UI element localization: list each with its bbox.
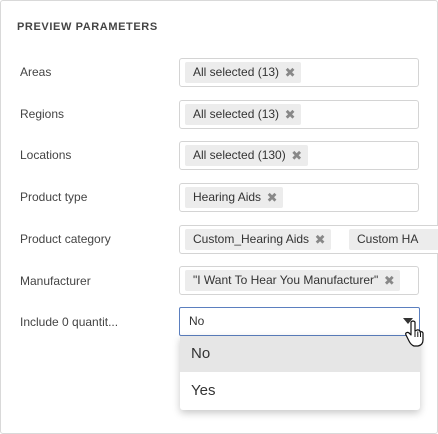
manufacturer-chip-label: "I Want To Hear You Manufacturer" xyxy=(193,273,379,287)
areas-field[interactable]: All selected (13) ✖ xyxy=(179,58,419,87)
close-icon[interactable]: ✖ xyxy=(284,62,296,83)
close-icon[interactable]: ✖ xyxy=(266,187,278,208)
regions-chip: All selected (13) ✖ xyxy=(185,104,302,125)
product-category-label: Product category xyxy=(20,232,111,246)
locations-chip-label: All selected (130) xyxy=(193,148,286,162)
include-zero-label: Include 0 quantit... xyxy=(20,315,119,329)
hand-pointer-icon xyxy=(405,320,424,347)
include-zero-select[interactable]: No xyxy=(179,307,420,336)
product-category-chip-label: Custom HA xyxy=(357,232,419,246)
product-category-chip: Custom_Hearing Aids ✖ xyxy=(185,229,332,250)
product-type-chip-label: Hearing Aids xyxy=(193,190,262,204)
include-zero-value: No xyxy=(189,314,205,328)
areas-chip: All selected (13) ✖ xyxy=(185,62,302,83)
include-zero-dropdown: No Yes xyxy=(180,336,420,410)
product-type-field[interactable]: Hearing Aids ✖ xyxy=(179,183,419,212)
product-category-chip: Custom HA xyxy=(349,229,438,250)
locations-field[interactable]: All selected (130) ✖ xyxy=(179,141,419,170)
close-icon[interactable]: ✖ xyxy=(314,229,326,250)
product-type-chip: Hearing Aids ✖ xyxy=(185,187,284,208)
option-yes[interactable]: Yes xyxy=(180,373,420,409)
product-type-label: Product type xyxy=(20,190,88,204)
product-category-chip-label: Custom_Hearing Aids xyxy=(193,232,310,246)
panel-title: PREVIEW PARAMETERS xyxy=(17,21,158,33)
option-no[interactable]: No xyxy=(180,336,420,372)
locations-chip: All selected (130) ✖ xyxy=(185,145,308,166)
close-icon[interactable]: ✖ xyxy=(284,104,296,125)
areas-chip-label: All selected (13) xyxy=(193,65,280,79)
regions-field[interactable]: All selected (13) ✖ xyxy=(179,100,419,129)
manufacturer-chip: "I Want To Hear You Manufacturer" ✖ xyxy=(185,270,401,291)
manufacturer-label: Manufacturer xyxy=(20,274,91,288)
preview-parameters-panel: PREVIEW PARAMETERS Areas All selected (1… xyxy=(0,0,438,434)
close-icon[interactable]: ✖ xyxy=(291,145,303,166)
regions-label: Regions xyxy=(20,107,65,121)
locations-label: Locations xyxy=(20,148,72,162)
manufacturer-field[interactable]: "I Want To Hear You Manufacturer" ✖ xyxy=(179,266,419,295)
product-category-field[interactable]: Custom_Hearing Aids ✖ Custom HA xyxy=(179,225,438,254)
close-icon[interactable]: ✖ xyxy=(383,270,395,291)
regions-chip-label: All selected (13) xyxy=(193,107,280,121)
areas-label: Areas xyxy=(20,65,52,79)
